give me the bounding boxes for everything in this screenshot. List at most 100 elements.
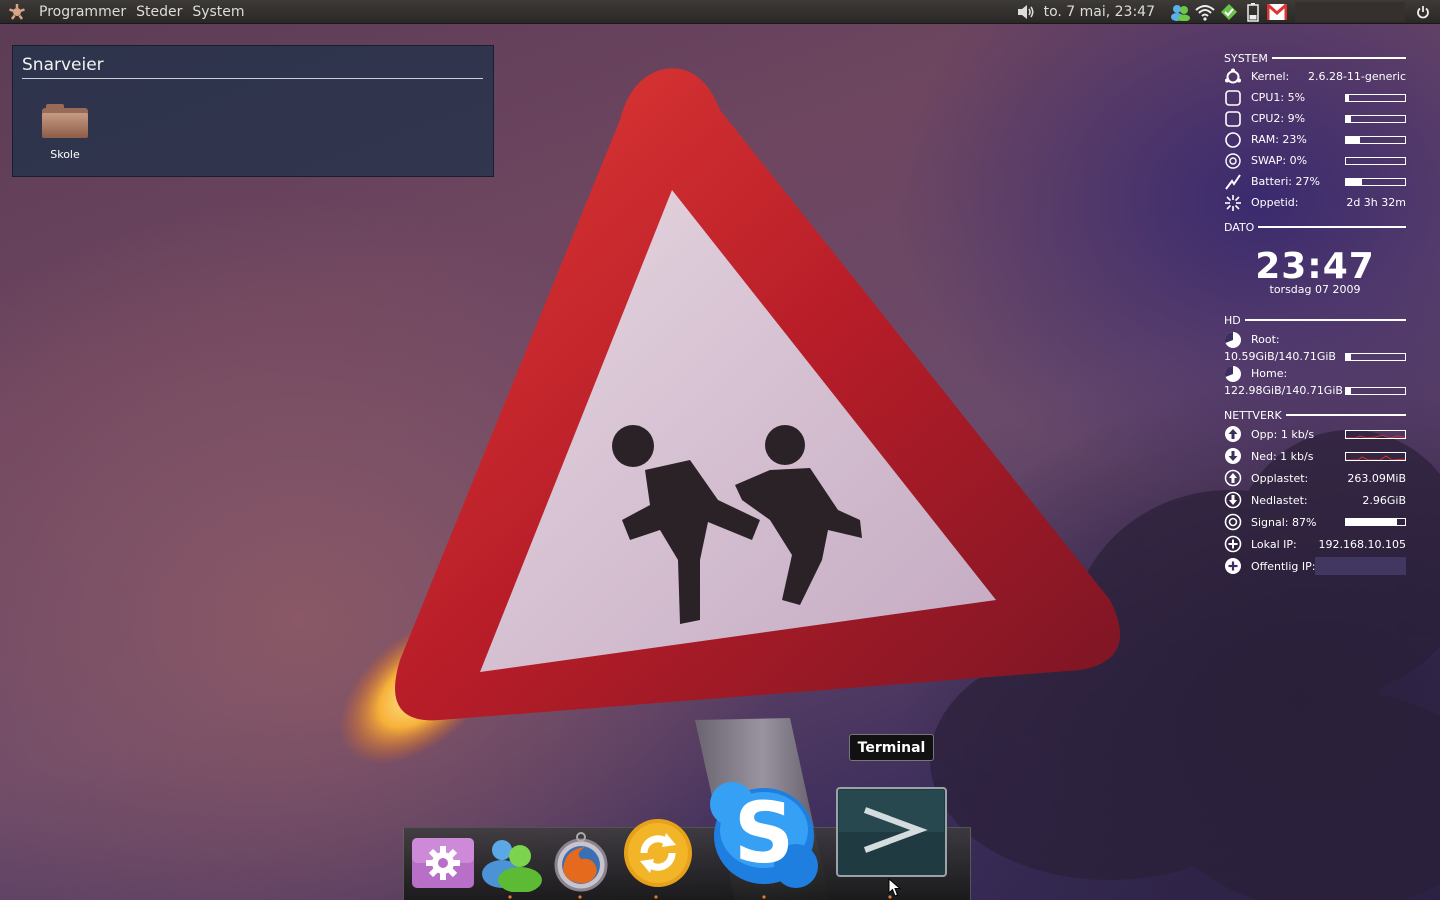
- menu-applications[interactable]: Programmer: [34, 0, 131, 24]
- dock-tooltip: Terminal: [849, 734, 934, 761]
- conky-monitor: SYSTEM Kernel: 2.6.28-11-generic CPU1: 5…: [1224, 48, 1406, 577]
- uploaded-label: Opplastet:: [1251, 471, 1309, 485]
- section-title: HD: [1224, 313, 1241, 327]
- shortcuts-widget: Snarveier Skole: [12, 45, 494, 177]
- download-speed-row: Ned: 1 kb/s: [1224, 445, 1406, 467]
- home-row: Home:: [1224, 365, 1406, 382]
- swap-icon: [1225, 152, 1241, 169]
- uploaded-value: 263.09MiB: [1347, 471, 1406, 485]
- public-ip-blank: [1315, 557, 1406, 575]
- uptime-row: Oppetid: 2d 3h 32m: [1224, 192, 1406, 213]
- download-speed-label: Ned: 1 kb/s: [1251, 449, 1314, 463]
- local-ip-row: Lokal IP: 192.168.10.105: [1224, 533, 1406, 555]
- section-date: DATO: [1224, 219, 1406, 235]
- uploaded-row: Opplastet: 263.09MiB: [1224, 467, 1406, 489]
- public-ip-label: Offentlig IP:: [1251, 559, 1316, 573]
- swap-row: SWAP: 0%: [1224, 150, 1406, 171]
- upload-total-icon: [1224, 469, 1242, 487]
- section-title: SYSTEM: [1224, 51, 1268, 65]
- settings-icon[interactable]: [410, 834, 476, 890]
- shortcut-skole[interactable]: Skole: [35, 104, 95, 161]
- ram-icon: [1225, 131, 1241, 148]
- uptime-value: 2d 3h 32m: [1346, 196, 1406, 209]
- battery-bar: [1345, 177, 1406, 186]
- big-clock: 23:47: [1255, 246, 1375, 287]
- ram-label: RAM: 23%: [1251, 133, 1307, 146]
- wifi-icon[interactable]: [1194, 1, 1216, 23]
- root-bar: [1345, 352, 1406, 361]
- local-ip-value: 192.168.10.105: [1318, 537, 1406, 551]
- signal-icon: [1224, 513, 1242, 531]
- skype-icon[interactable]: S: [708, 780, 820, 890]
- disk-pie-icon: [1224, 365, 1241, 382]
- ubuntu-icon: [1225, 68, 1241, 83]
- cpu2-label: CPU2: 9%: [1251, 112, 1306, 125]
- arrow-down-icon: [1225, 448, 1241, 464]
- downloaded-row: Nedlastet: 2.96GiB: [1224, 489, 1406, 511]
- section-hd: HD: [1224, 312, 1406, 328]
- section-network: NETTVERK: [1224, 407, 1406, 423]
- section-title: DATO: [1224, 220, 1255, 234]
- cpu1-bar: [1345, 93, 1406, 102]
- cpu-icon: [1225, 110, 1241, 127]
- battery-icon[interactable]: [1242, 1, 1264, 23]
- kernel-label: Kernel:: [1251, 70, 1290, 83]
- svg-text:S: S: [734, 784, 795, 882]
- plus-filled-icon: [1225, 558, 1241, 574]
- section-title: NETTVERK: [1224, 408, 1282, 422]
- update-icon[interactable]: [622, 817, 694, 889]
- update-notifier-icon[interactable]: [1218, 1, 1240, 23]
- cpu1-label: CPU1: 5%: [1251, 91, 1306, 104]
- cpu2-bar: [1345, 114, 1406, 123]
- battery-label: Batteri: 27%: [1251, 175, 1320, 188]
- battery-bolt-icon: [1225, 173, 1241, 190]
- upload-speed-label: Opp: 1 kb/s: [1251, 427, 1315, 441]
- volume-icon[interactable]: [1015, 1, 1037, 23]
- top-panel: Programmer Steder System to. 7 mai, 23:4…: [0, 0, 1440, 24]
- dock-indicators: [508, 895, 892, 899]
- terminal-icon[interactable]: [835, 786, 948, 878]
- arrow-up-icon: [1225, 426, 1241, 442]
- download-total-icon: [1224, 491, 1242, 509]
- firefox-icon[interactable]: [551, 831, 611, 893]
- messenger-status-icon[interactable]: [1170, 1, 1192, 23]
- kernel-row: Kernel: 2.6.28-11-generic: [1224, 66, 1406, 87]
- shortcut-label: Skole: [50, 148, 80, 161]
- kernel-value: 2.6.28-11-generic: [1307, 70, 1406, 83]
- home-bar: [1345, 386, 1406, 395]
- home-usage: 122.98GiB/140.71GiB: [1224, 384, 1343, 397]
- upload-speed-row: Opp: 1 kb/s: [1224, 423, 1406, 445]
- cpu1-row: CPU1: 5%: [1224, 87, 1406, 108]
- menu-system[interactable]: System: [187, 0, 249, 24]
- panel-clock[interactable]: to. 7 mai, 23:47: [1044, 4, 1155, 20]
- gmail-icon[interactable]: [1266, 1, 1288, 23]
- signal-label: Signal: 87%: [1251, 515, 1317, 529]
- downloaded-value: 2.96GiB: [1362, 493, 1406, 507]
- folder-icon: [42, 104, 88, 138]
- root-usage: 10.59GiB/140.71GiB: [1224, 350, 1336, 363]
- shortcuts-title: Snarveier: [22, 55, 104, 75]
- upload-graph: [1345, 429, 1406, 439]
- menu-places[interactable]: Steder: [131, 0, 187, 24]
- uptime-label: Oppetid:: [1251, 196, 1299, 209]
- plus-circle-icon: [1224, 535, 1242, 553]
- local-ip-label: Lokal IP:: [1251, 537, 1297, 551]
- messenger-icon[interactable]: [478, 836, 546, 892]
- system-tray: to. 7 mai, 23:47: [1014, 0, 1440, 24]
- ram-bar: [1345, 135, 1406, 144]
- mouse-cursor-icon: [888, 878, 902, 897]
- ram-row: RAM: 23%: [1224, 129, 1406, 150]
- public-ip-row: Offentlig IP:: [1224, 555, 1406, 577]
- battery-row: Batteri: 27%: [1224, 171, 1406, 192]
- shortcuts-divider: [22, 78, 483, 79]
- date-line: torsdag 07 2009: [1269, 283, 1361, 296]
- swap-label: SWAP: 0%: [1251, 154, 1308, 167]
- power-icon[interactable]: [1412, 1, 1434, 23]
- uptime-icon: [1225, 194, 1241, 211]
- signal-row: Signal: 87%: [1224, 511, 1406, 533]
- disk-pie-icon: [1224, 331, 1241, 348]
- ubuntu-logo-icon[interactable]: [6, 1, 28, 23]
- root-usage-row: 10.59GiB/140.71GiB: [1224, 348, 1406, 365]
- cpu-icon: [1225, 89, 1241, 106]
- swap-bar: [1345, 156, 1406, 165]
